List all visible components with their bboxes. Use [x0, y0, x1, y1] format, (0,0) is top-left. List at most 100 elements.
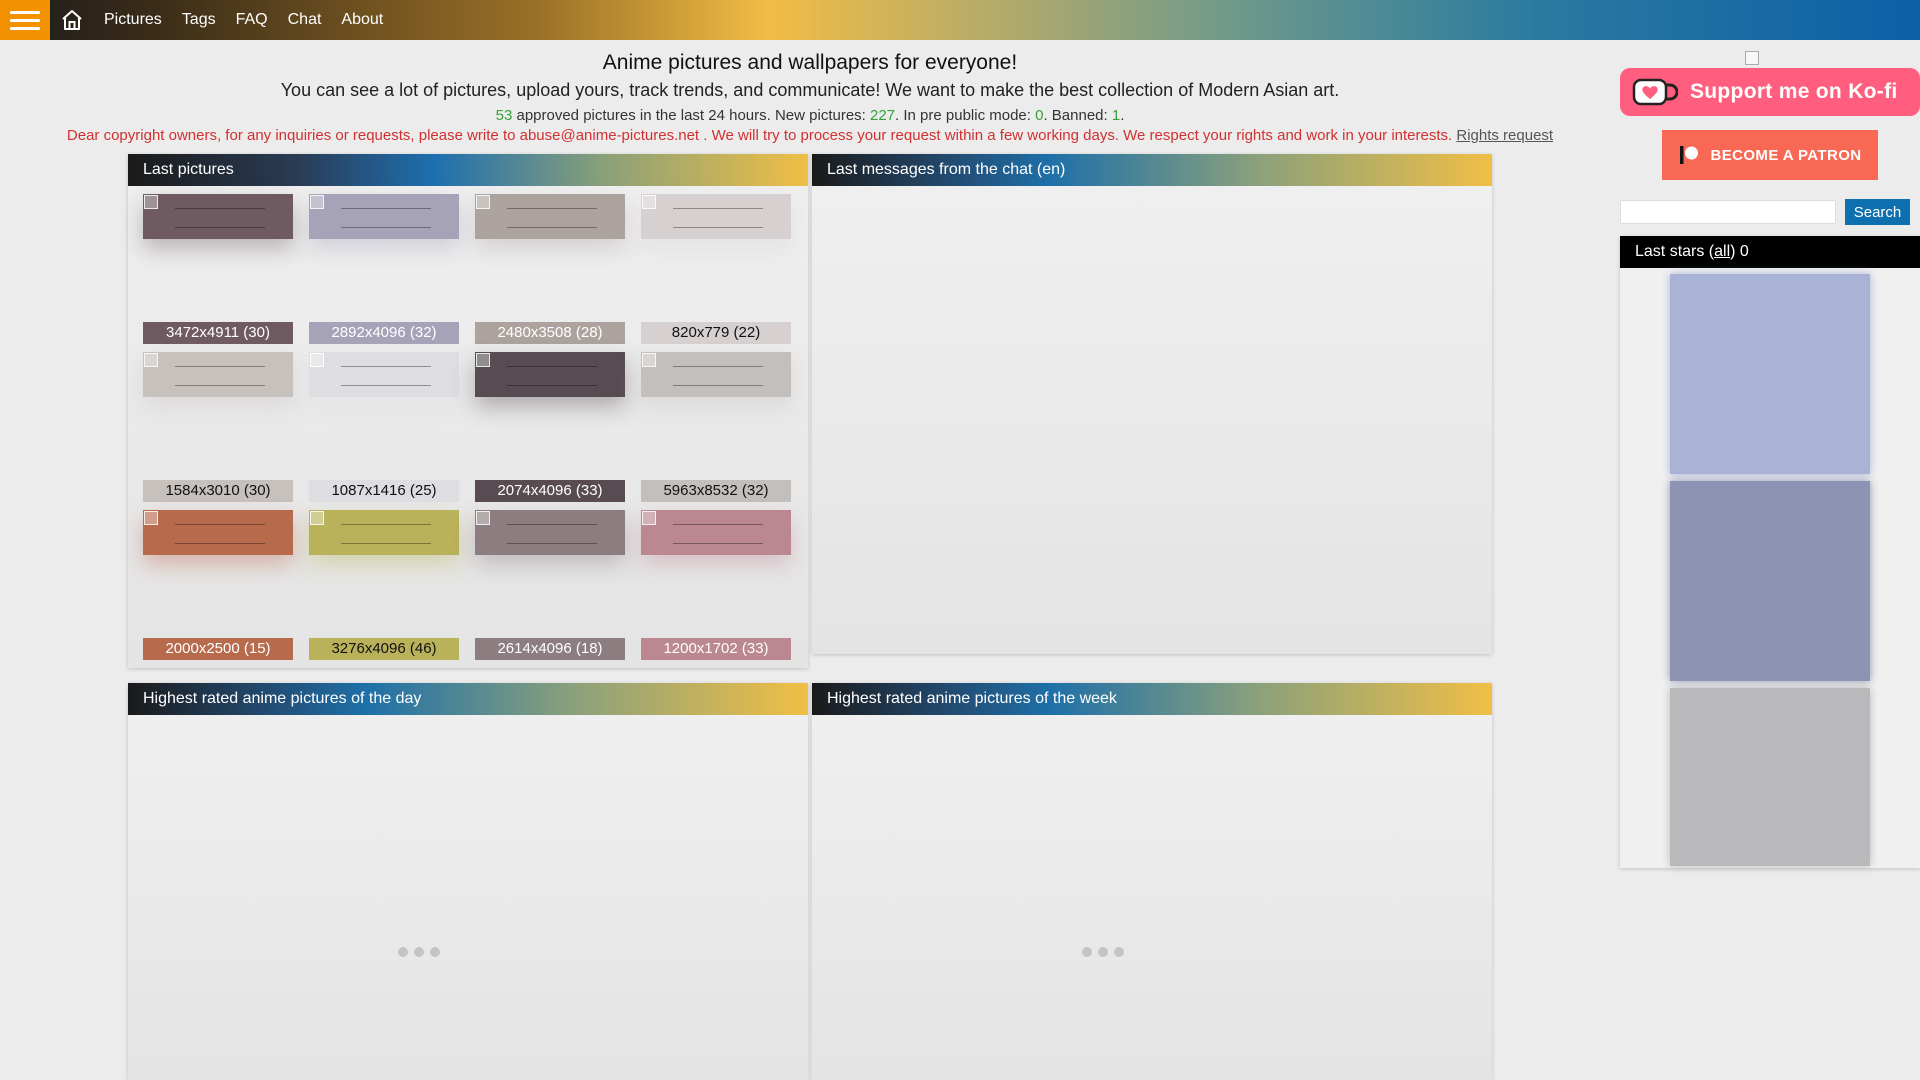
- image-placeholder-lines: [341, 366, 431, 386]
- thumbnail-size-label[interactable]: 2000x2500 (15): [143, 638, 293, 660]
- thumbnail-size-label[interactable]: 820x779 (22): [641, 322, 791, 344]
- stats-end: .: [1120, 107, 1125, 124]
- kofi-label: Support me on Ko-fi: [1690, 80, 1898, 103]
- thumbnail-size-label[interactable]: 2074x4096 (33): [475, 480, 625, 502]
- banned-text: . Banned:: [1043, 107, 1112, 124]
- kofi-cup-icon: [1632, 78, 1678, 106]
- thumbnail-image[interactable]: [309, 352, 459, 397]
- thumbnail-size-label[interactable]: 2614x4096 (18): [475, 638, 625, 660]
- thumbnail-size-label[interactable]: 2480x3508 (28): [475, 322, 625, 344]
- image-placeholder-lines: [507, 366, 597, 386]
- broken-image-icon: [310, 195, 324, 209]
- patreon-icon: [1679, 145, 1699, 165]
- thumbnail-size-label[interactable]: 1584x3010 (30): [143, 480, 293, 502]
- main-nav: Pictures Tags FAQ Chat About: [104, 11, 403, 29]
- thumbnail-size-label[interactable]: 1200x1702 (33): [641, 638, 791, 660]
- broken-image-icon: [476, 353, 490, 367]
- broken-image-icon: [476, 195, 490, 209]
- broken-image-icon: [642, 195, 656, 209]
- broken-image-icon: [642, 511, 656, 525]
- nav-pictures[interactable]: Pictures: [104, 11, 162, 29]
- copyright-notice-text: Dear copyright owners, for any inquiries…: [66, 127, 1457, 144]
- thumbnail-card: 1584x3010 (30): [143, 352, 293, 502]
- broken-image-icon: [1745, 51, 1759, 65]
- loading-indicator: [398, 947, 440, 957]
- chat-panel-title: Last messages from the chat (en): [812, 154, 1492, 186]
- starred-picture-card[interactable]: [1670, 274, 1870, 474]
- thumbnail-size-label[interactable]: 5963x8532 (32): [641, 480, 791, 502]
- hamburger-menu-icon[interactable]: [0, 0, 50, 40]
- broken-image-icon: [476, 511, 490, 525]
- broken-image-icon: [310, 511, 324, 525]
- nav-about[interactable]: About: [341, 11, 383, 29]
- starred-picture-card[interactable]: [1670, 481, 1870, 681]
- last-stars-all-link[interactable]: all: [1714, 243, 1730, 260]
- image-placeholder-lines: [673, 524, 763, 544]
- last-stars-prefix: Last stars (: [1635, 243, 1715, 260]
- last-stars-panel: Last stars (all) 0: [1620, 236, 1920, 868]
- broken-image-icon: [642, 353, 656, 367]
- image-placeholder-lines: [673, 208, 763, 228]
- site-intro: Anime pictures and wallpapers for everyo…: [0, 48, 1620, 146]
- image-placeholder-lines: [341, 208, 431, 228]
- thumbnail-size-label[interactable]: 2892x4096 (32): [309, 322, 459, 344]
- approved-count: 53: [495, 107, 513, 124]
- page-subtitle: You can see a lot of pictures, upload yo…: [280, 80, 1340, 100]
- upload-stats: 53 approved pictures in the last 24 hour…: [0, 106, 1620, 126]
- top-week-panel-title: Highest rated anime pictures of the week: [812, 683, 1492, 715]
- thumbnail-image[interactable]: [475, 194, 625, 239]
- page-title: Anime pictures and wallpapers for everyo…: [602, 51, 1018, 74]
- broken-image-icon: [144, 195, 158, 209]
- thumbnail-image[interactable]: [309, 510, 459, 555]
- thumbnail-image[interactable]: [475, 352, 625, 397]
- image-placeholder-lines: [341, 524, 431, 544]
- thumbnail-image[interactable]: [143, 510, 293, 555]
- thumbnail-card: 820x779 (22): [641, 194, 791, 344]
- top-week-panel: Highest rated anime pictures of the week: [812, 683, 1492, 1080]
- image-placeholder-lines: [175, 366, 265, 386]
- search-input[interactable]: [1620, 200, 1836, 224]
- starred-picture-card[interactable]: [1670, 688, 1870, 866]
- last-pictures-panel: Last pictures 3472x4911 (30) 2892x4096 (3…: [128, 154, 808, 668]
- nav-tags[interactable]: Tags: [182, 11, 216, 29]
- thumbnail-image[interactable]: [143, 352, 293, 397]
- thumbnail-size-label[interactable]: 3276x4096 (46): [309, 638, 459, 660]
- thumbnail-image[interactable]: [143, 194, 293, 239]
- thumbnail-card: 2074x4096 (33): [475, 352, 625, 502]
- thumbnail-image[interactable]: [641, 352, 791, 397]
- last-stars-suffix: ) 0: [1730, 243, 1749, 260]
- patreon-button[interactable]: BECOME A PATRON: [1662, 130, 1878, 180]
- image-placeholder-lines: [673, 366, 763, 386]
- thumbnail-card: 2892x4096 (32): [309, 194, 459, 344]
- broken-image-icon: [144, 353, 158, 367]
- thumbnail-image[interactable]: [475, 510, 625, 555]
- patreon-label: BECOME A PATRON: [1710, 146, 1862, 164]
- last-stars-title: Last stars (all) 0: [1620, 236, 1920, 268]
- thumbnail-card: 2000x2500 (15): [143, 510, 293, 660]
- thumbnail-card: 3276x4096 (46): [309, 510, 459, 660]
- search-button[interactable]: Search: [1845, 199, 1910, 225]
- image-placeholder-lines: [175, 208, 265, 228]
- last-pictures-title: Last pictures: [128, 154, 808, 186]
- top-day-panel: Highest rated anime pictures of the day: [128, 683, 808, 1080]
- top-day-panel-title: Highest rated anime pictures of the day: [128, 683, 808, 715]
- broken-image-icon: [310, 353, 324, 367]
- home-icon[interactable]: [50, 0, 94, 40]
- thumbnail-size-label[interactable]: 3472x4911 (30): [143, 322, 293, 344]
- kofi-support-button[interactable]: Support me on Ko-fi: [1620, 68, 1920, 116]
- nav-chat[interactable]: Chat: [288, 11, 322, 29]
- rights-request-link[interactable]: Rights request: [1456, 127, 1553, 144]
- thumbnail-image[interactable]: [641, 194, 791, 239]
- prepublic-text: . In pre public mode:: [895, 107, 1036, 124]
- thumbnail-card: 2480x3508 (28): [475, 194, 625, 344]
- thumbnail-card: 3472x4911 (30): [143, 194, 293, 344]
- nav-faq[interactable]: FAQ: [236, 11, 268, 29]
- new-count: 227: [870, 107, 896, 124]
- image-placeholder-lines: [507, 208, 597, 228]
- thumbnail-image[interactable]: [641, 510, 791, 555]
- thumbnail-card: 1087x1416 (25): [309, 352, 459, 502]
- thumbnail-image[interactable]: [309, 194, 459, 239]
- thumbnail-size-label[interactable]: 1087x1416 (25): [309, 480, 459, 502]
- loading-indicator: [1082, 947, 1124, 957]
- top-navigation-bar: Pictures Tags FAQ Chat About: [0, 0, 1920, 40]
